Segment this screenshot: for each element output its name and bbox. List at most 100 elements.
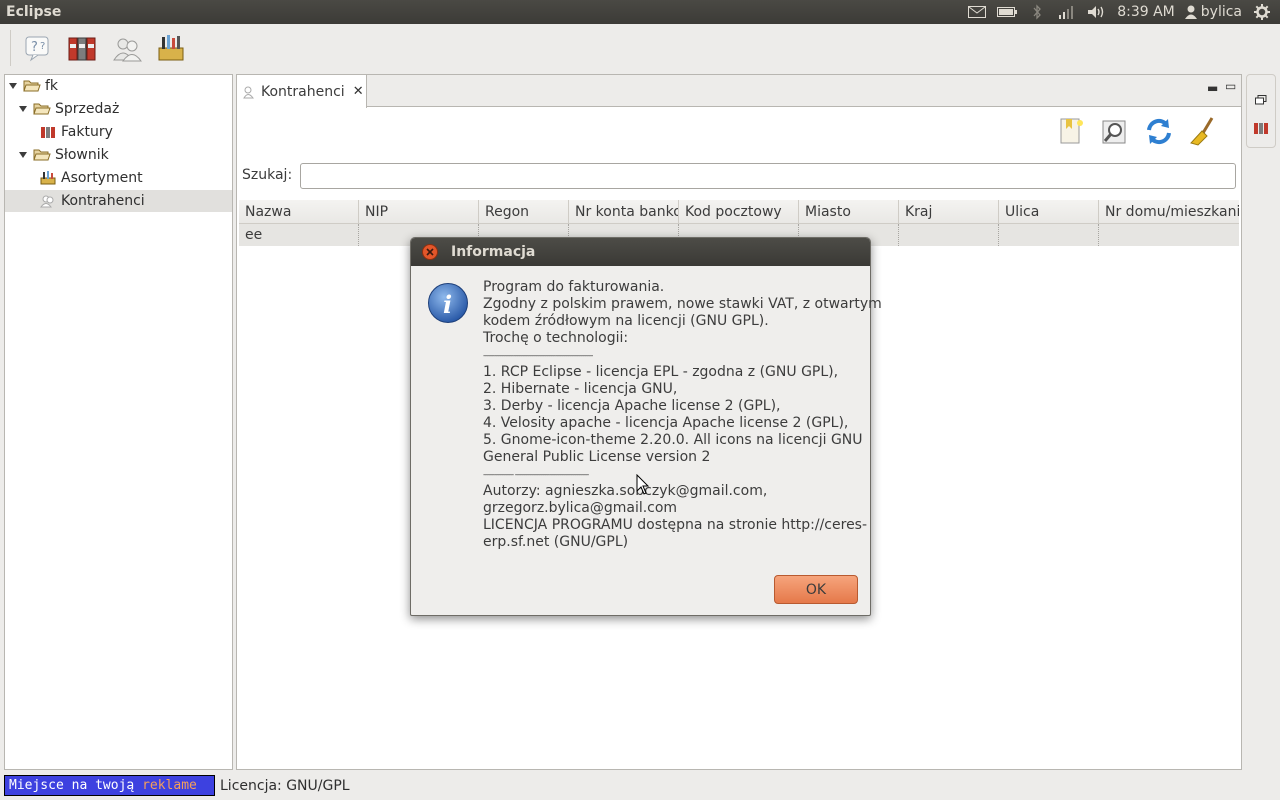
column-header[interactable]: Kraj <box>899 200 999 224</box>
search-button[interactable] <box>1097 113 1133 149</box>
message-line: 1. RCP Eclipse - licencja EPL - zgodna z… <box>483 364 839 380</box>
close-icon[interactable] <box>422 244 438 260</box>
tab-kontrahenci[interactable]: Kontrahenci ✕ <box>237 75 367 108</box>
column-header[interactable]: Kod pocztowy <box>679 200 799 224</box>
network-icon[interactable] <box>1057 4 1077 20</box>
column-header[interactable]: Nr konta bankowego <box>569 200 679 224</box>
help-icon: ?? <box>25 36 49 62</box>
expand-arrow-icon[interactable] <box>17 149 29 161</box>
dialog-title: Informacja <box>451 244 536 260</box>
tree-item-label: Asortyment <box>61 170 143 186</box>
users-icon <box>39 193 57 209</box>
new-bookmark-icon <box>1060 118 1083 144</box>
tree-item-label: Faktury <box>61 124 113 140</box>
battery-icon[interactable] <box>997 4 1018 20</box>
user-name[interactable]: bylica <box>1201 4 1242 20</box>
folder-open-icon <box>23 78 41 94</box>
dialog-titlebar: Informacja <box>411 238 870 266</box>
svg-text:?: ? <box>40 41 45 52</box>
ad-highlight: reklame <box>142 778 197 793</box>
search-row: Szukaj: <box>237 161 1241 189</box>
editor-toolbar <box>1053 113 1221 149</box>
message-line: ----------------------------------------… <box>483 351 593 360</box>
license-label: Licencja: GNU/GPL <box>220 778 350 794</box>
user-icon <box>1184 4 1197 20</box>
tree-item-kontrahenci[interactable]: Kontrahenci <box>5 190 232 212</box>
clock[interactable]: 8:39 AM <box>1117 4 1175 20</box>
tab-close-icon[interactable]: ✕ <box>353 84 364 99</box>
column-header[interactable]: Nr domu/mieszkania <box>1099 200 1239 224</box>
svg-text:?: ? <box>31 40 38 55</box>
message-line: Program do fakturowania. <box>483 279 665 295</box>
message-line: 4. Velosity apache - licencja Apache lic… <box>483 415 849 431</box>
info-icon: i <box>427 282 469 324</box>
assortment-button[interactable] <box>151 28 191 68</box>
toolbox-icon <box>158 35 184 61</box>
ad-text: Miejsce na twoją <box>9 778 143 793</box>
column-header[interactable]: Regon <box>479 200 569 224</box>
help-button[interactable]: ?? <box>19 28 59 68</box>
mail-icon[interactable] <box>967 4 987 20</box>
tree-item-label: Słownik <box>55 147 109 163</box>
message-line: LICENCJA PROGRAMU dostępna na stronie ht… <box>483 517 868 533</box>
maximize-icon[interactable]: ▭ <box>1225 79 1236 93</box>
clear-button[interactable] <box>1185 113 1221 149</box>
navigation-tree: fk Sprzedaż Faktury Słownik Asortyment K… <box>4 74 233 770</box>
minimize-icon[interactable]: ▬ <box>1207 81 1218 95</box>
table-cell[interactable]: ee <box>239 224 359 246</box>
tree-item-sprzedaz[interactable]: Sprzedaż <box>17 98 232 120</box>
svg-text:i: i <box>443 290 452 319</box>
binders-icon[interactable] <box>1253 121 1269 139</box>
toolbar-separator <box>10 30 11 66</box>
tree-item-faktury[interactable]: Faktury <box>39 121 232 143</box>
tree-item-fk[interactable]: fk <box>7 75 232 97</box>
bluetooth-icon[interactable] <box>1027 4 1047 20</box>
invoices-button[interactable] <box>63 28 103 68</box>
search-input[interactable] <box>300 163 1236 189</box>
ok-button[interactable]: OK <box>774 575 858 604</box>
column-header[interactable]: NIP <box>359 200 479 224</box>
contractors-button[interactable] <box>107 28 147 68</box>
tab-label: Kontrahenci <box>261 83 345 100</box>
volume-icon[interactable] <box>1087 4 1107 20</box>
search-label: Szukaj: <box>242 167 293 183</box>
users-icon <box>113 38 142 62</box>
message-line: Autorzy: agnieszka.sobczyk@gmail.com, <box>483 483 768 499</box>
column-header[interactable]: Nazwa <box>239 200 359 224</box>
ad-banner[interactable]: Miejsce na twoją reklame <box>4 775 215 796</box>
table-cell[interactable] <box>899 224 999 246</box>
clear-icon <box>1190 117 1214 146</box>
message-line: 3. Derby - licencja Apache license 2 (GP… <box>483 398 781 414</box>
tree-item-asortyment[interactable]: Asortyment <box>39 167 232 189</box>
main-toolbar: ?? <box>0 24 1280 72</box>
dialog-message: Program do fakturowania. Zgodny z polski… <box>483 279 882 551</box>
table-cell[interactable] <box>1099 224 1239 246</box>
expand-arrow-icon[interactable] <box>7 80 19 92</box>
refresh-button[interactable] <box>1141 113 1177 149</box>
indicator-area: 8:39 AM bylica <box>967 4 1280 20</box>
message-line: ---------------- -----------------------… <box>483 470 589 479</box>
app-title: Eclipse <box>6 4 62 20</box>
table-header: Nazwa NIP Regon Nr konta bankowego Kod p… <box>239 200 1239 224</box>
toolbox-icon <box>39 170 57 186</box>
column-header[interactable]: Ulica <box>999 200 1099 224</box>
right-trim-stack <box>1246 74 1276 148</box>
folder-open-icon <box>33 147 51 163</box>
tree-item-label: Sprzedaż <box>55 101 120 117</box>
table-cell[interactable] <box>999 224 1099 246</box>
message-line: 5. Gnome-icon-theme 2.20.0. All icons na… <box>483 432 863 448</box>
expand-arrow-icon[interactable] <box>17 103 29 115</box>
new-button[interactable] <box>1053 113 1089 149</box>
editor-tabbar: Kontrahenci ✕ ▬ ▭ <box>237 75 1241 108</box>
users-icon <box>243 86 254 98</box>
refresh-icon <box>1147 118 1171 145</box>
settings-icon[interactable] <box>1252 4 1272 20</box>
tree-item-slownik[interactable]: Słownik <box>17 144 232 166</box>
message-line: kodem źródłowym na licencji (GNU GPL). <box>483 313 769 329</box>
column-header[interactable]: Miasto <box>799 200 899 224</box>
binders-icon <box>39 124 57 140</box>
message-line: grzegorz.bylica@gmail.com <box>483 500 678 516</box>
message-line: Zgodny z polskim prawem, nowe stawki VAT… <box>483 296 882 312</box>
search-icon <box>1102 120 1126 144</box>
restore-icon[interactable] <box>1255 93 1267 109</box>
